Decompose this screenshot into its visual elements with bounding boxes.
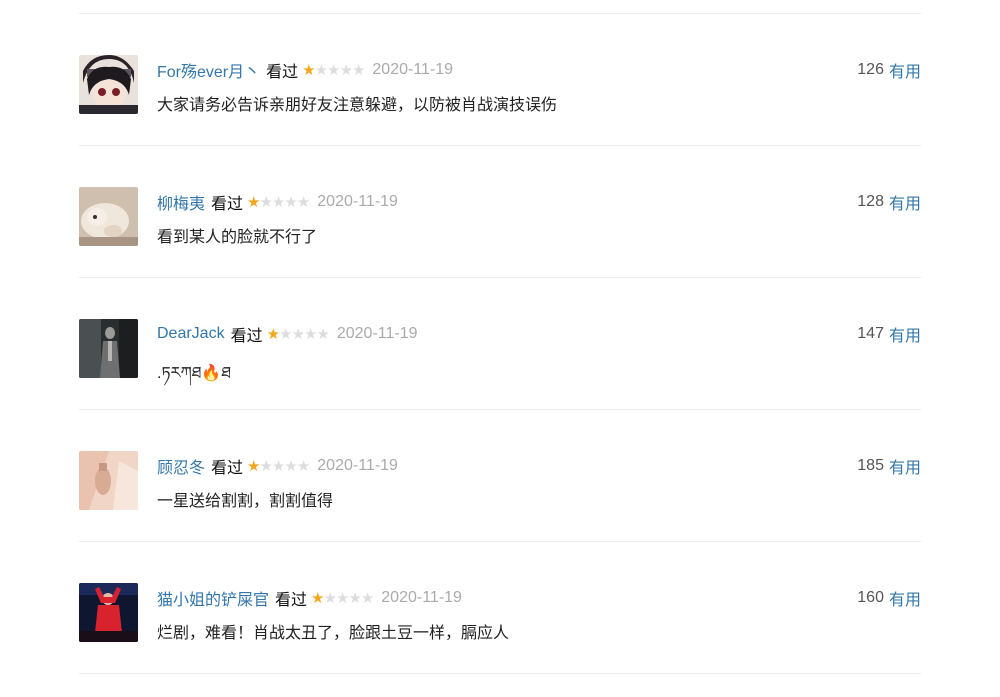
rating-stars: ★★★★★ bbox=[302, 61, 366, 79]
vote-count: 147 bbox=[857, 325, 884, 342]
comment-date: 2020-11-19 bbox=[317, 457, 398, 474]
comment-item: For殇ever月丶 看过 ★★★★★ 2020-11-19 126 有用 大家… bbox=[79, 13, 921, 145]
avatar[interactable] bbox=[79, 187, 138, 246]
watched-label: 看过 bbox=[275, 592, 308, 609]
comment-text: 看到某人的脸就不行了 bbox=[157, 229, 318, 246]
rating-stars: ★★★★★ bbox=[311, 589, 374, 607]
useful-button[interactable]: 有用 bbox=[889, 586, 921, 610]
star-empty-icon: ★★★★ bbox=[314, 62, 366, 79]
useful-button[interactable]: 有用 bbox=[889, 322, 921, 346]
avatar[interactable] bbox=[79, 583, 138, 642]
rating-stars: ★★★★★ bbox=[266, 325, 330, 343]
comment-meta: DearJack 看过 ★★★★★ 2020-11-19 bbox=[157, 323, 418, 345]
comment-meta: 猫小姐的铲屎官 看过 ★★★★★ 2020-11-19 bbox=[157, 587, 462, 609]
comment-date: 2020-11-19 bbox=[381, 589, 462, 606]
useful-button[interactable]: 有用 bbox=[889, 454, 921, 478]
votes: 128 有用 bbox=[857, 191, 921, 213]
comment-meta: 顾忍冬 看过 ★★★★★ 2020-11-19 bbox=[157, 455, 398, 477]
username-link[interactable]: DearJack bbox=[157, 325, 225, 343]
rating-stars: ★★★★★ bbox=[247, 457, 310, 475]
avatar[interactable] bbox=[79, 319, 138, 378]
rating-stars: ★★★★★ bbox=[247, 193, 310, 211]
comment-item: 顾忍冬 看过 ★★★★★ 2020-11-19 185 有用 一星送给割割，割割… bbox=[79, 409, 921, 541]
votes: 147 有用 bbox=[857, 323, 921, 345]
star-empty-icon: ★★★★ bbox=[323, 590, 374, 607]
comment-meta: 柳梅夷 看过 ★★★★★ 2020-11-19 bbox=[157, 191, 398, 213]
divider bbox=[79, 673, 921, 674]
useful-button[interactable]: 有用 bbox=[889, 58, 921, 82]
votes: 126 有用 bbox=[857, 59, 921, 81]
vote-count: 160 bbox=[857, 589, 884, 606]
avatar[interactable] bbox=[79, 451, 138, 510]
comment-text: 烂剧，难看！肖战太丑了，脸跟土豆一样，膈应人 bbox=[157, 625, 510, 642]
avatar[interactable] bbox=[79, 55, 138, 114]
star-icon: ★ bbox=[266, 326, 280, 343]
username-link[interactable]: For殇ever月丶 bbox=[157, 58, 260, 82]
vote-count: 128 bbox=[857, 193, 884, 210]
comment-item: DearJack 看过 ★★★★★ 2020-11-19 147 有用 .ཏརཀ… bbox=[79, 277, 921, 409]
star-empty-icon: ★★★★ bbox=[279, 326, 330, 343]
watched-label: 看过 bbox=[266, 64, 299, 81]
star-empty-icon: ★★★★ bbox=[259, 194, 310, 211]
star-icon: ★ bbox=[302, 62, 315, 79]
watched-label: 看过 bbox=[230, 328, 263, 345]
watched-label: 看过 bbox=[211, 460, 244, 477]
comment-date: 2020-11-19 bbox=[336, 325, 418, 342]
comment-text: 大家请务必告诉亲朋好友注意躲避，以防被肖战演技误伤 bbox=[157, 97, 558, 114]
watched-label: 看过 bbox=[211, 196, 244, 213]
username-link[interactable]: 猫小姐的铲屎官 bbox=[157, 586, 269, 610]
comment-item: 柳梅夷 看过 ★★★★★ 2020-11-19 128 有用 看到某人的脸就不行… bbox=[79, 145, 921, 277]
vote-count: 185 bbox=[857, 457, 884, 474]
star-icon: ★ bbox=[247, 458, 260, 475]
username-link[interactable]: 顾忍冬 bbox=[157, 454, 205, 478]
comment-date: 2020-11-19 bbox=[372, 61, 454, 78]
useful-button[interactable]: 有用 bbox=[889, 190, 921, 214]
vote-count: 126 bbox=[857, 61, 884, 78]
votes: 185 有用 bbox=[857, 455, 921, 477]
comment-text: 一星送给割割，割割值得 bbox=[157, 493, 334, 510]
comment-item: 猫小姐的铲屎官 看过 ★★★★★ 2020-11-19 160 有用 烂剧，难看… bbox=[79, 541, 921, 673]
star-icon: ★ bbox=[247, 194, 260, 211]
username-link[interactable]: 柳梅夷 bbox=[157, 190, 205, 214]
star-empty-icon: ★★★★ bbox=[259, 458, 310, 475]
comment-meta: For殇ever月丶 看过 ★★★★★ 2020-11-19 bbox=[157, 59, 453, 81]
comment-date: 2020-11-19 bbox=[317, 193, 398, 210]
star-icon: ★ bbox=[311, 590, 324, 607]
votes: 160 有用 bbox=[857, 587, 921, 609]
comment-text: .ཏརཀཐ🔥ཐ bbox=[157, 365, 232, 382]
